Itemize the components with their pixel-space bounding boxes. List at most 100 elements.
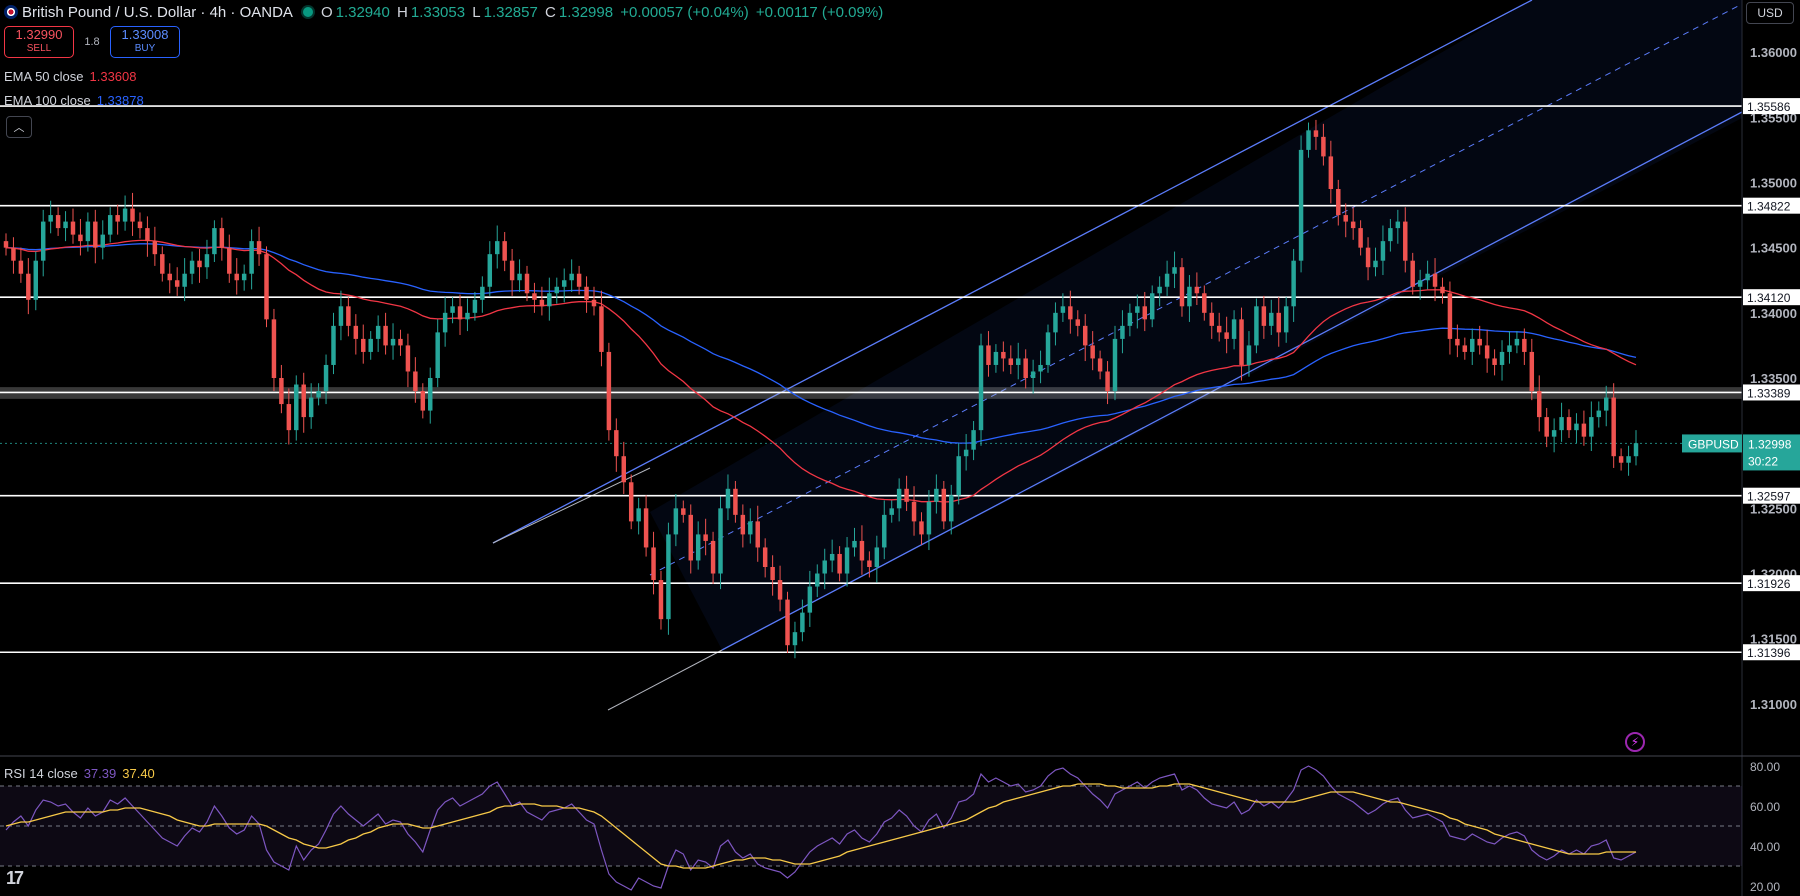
rsi-tick-label: 60.00 <box>1750 800 1780 814</box>
candle-body <box>658 580 664 620</box>
candle-body <box>480 286 485 300</box>
candle-body <box>852 540 857 548</box>
tradingview-logo[interactable]: 17 <box>6 868 24 889</box>
candle-body <box>1589 417 1594 437</box>
candle-body <box>1127 312 1133 326</box>
candle-body <box>1194 286 1200 294</box>
ema100-legend[interactable]: EMA 100 close 1.33878 <box>4 93 144 108</box>
chart-canvas[interactable]: 1.360001.355001.350001.345001.340001.335… <box>0 0 1800 896</box>
candle-body <box>428 378 433 411</box>
candle-body <box>1179 267 1185 307</box>
candle-body <box>405 345 411 372</box>
candle-body <box>271 319 277 378</box>
candle-body <box>219 228 225 248</box>
ema50-label: EMA 50 close <box>4 69 84 84</box>
candle-body <box>614 430 619 457</box>
candle-body <box>1328 156 1334 189</box>
candle-body <box>1060 306 1066 313</box>
candle-body <box>1261 306 1267 326</box>
candle-body <box>539 299 545 307</box>
rsi-label: RSI 14 close <box>4 766 78 781</box>
candle-body <box>606 351 612 431</box>
candle-body <box>1373 260 1378 268</box>
candle-body <box>1231 319 1237 339</box>
candle-body <box>1432 273 1438 287</box>
open-label: O <box>320 3 333 21</box>
candle-body <box>1216 325 1222 333</box>
candle-body <box>301 384 306 418</box>
candle-body <box>911 501 917 522</box>
market-status-icon[interactable] <box>302 7 313 17</box>
symbol-title[interactable]: British Pound / U.S. Dollar · 4h · OANDA <box>22 4 293 21</box>
ema50-legend[interactable]: EMA 50 close 1.33608 <box>4 69 137 84</box>
candle-body <box>1008 358 1014 365</box>
candle-body <box>748 521 753 535</box>
candle-body <box>1053 312 1058 333</box>
close-label: C <box>545 3 556 21</box>
candle-body <box>368 338 373 352</box>
candle-body <box>509 260 515 281</box>
candle-body <box>1269 312 1274 326</box>
candle-body <box>1537 391 1542 418</box>
candle-body <box>733 488 738 515</box>
candle-body <box>1016 358 1021 365</box>
price-tick-label: 1.35000 <box>1750 175 1797 190</box>
candle-body <box>130 208 135 222</box>
change-value: +0.00057 (+0.04%) <box>620 3 749 21</box>
candle-body <box>413 371 418 392</box>
candle-body <box>55 215 61 229</box>
close-value: 1.32998 <box>558 3 614 21</box>
candle-body <box>26 273 31 300</box>
candle-body <box>673 508 679 535</box>
candle-body <box>361 338 366 352</box>
candle-body <box>1164 273 1170 287</box>
rsi-legend[interactable]: RSI 14 close 37.39 37.40 <box>4 766 155 781</box>
candle-body <box>122 208 128 222</box>
candle-body <box>971 430 976 450</box>
candle-body <box>294 384 299 431</box>
candle-body <box>829 553 835 561</box>
candle-body <box>1120 325 1125 339</box>
lightning-icon[interactable]: ⚡ <box>1625 732 1645 752</box>
candle-body <box>40 221 46 261</box>
candle-body <box>152 241 158 255</box>
candle-body <box>1388 228 1393 242</box>
candle-body <box>651 547 656 581</box>
rsi-value: 37.39 <box>83 766 117 781</box>
candle-body <box>1350 221 1356 229</box>
candle-body <box>465 312 470 320</box>
candle-body <box>1097 358 1103 372</box>
price-level-tag-label: 1.35586 <box>1747 100 1791 114</box>
collapse-legend-button[interactable]: ︿ <box>6 116 32 138</box>
symbol-tag-label: GBPUSD <box>1688 437 1739 451</box>
candle-body <box>1038 364 1043 372</box>
candle-body <box>316 391 321 398</box>
candle-body <box>815 573 820 587</box>
currency-selector[interactable]: USD <box>1746 2 1794 24</box>
buy-button[interactable]: 1.33008 BUY <box>110 26 180 58</box>
candle-body <box>3 241 9 248</box>
candle-body <box>182 273 187 287</box>
candle-body <box>264 254 269 320</box>
candle-body <box>241 273 247 281</box>
candle-body <box>1447 293 1453 339</box>
candle-body <box>1142 306 1147 320</box>
candle-body <box>718 508 723 574</box>
candle-body <box>561 280 567 287</box>
price-level-tag-label: 1.33389 <box>1747 386 1791 400</box>
price-tick-label: 1.36000 <box>1750 45 1797 60</box>
candle-body <box>591 299 597 307</box>
price-level-tag-label: 1.31926 <box>1747 577 1791 591</box>
candle-body <box>1298 149 1304 261</box>
open-value: 1.32940 <box>335 3 390 21</box>
price-level-tag-label: 1.32597 <box>1747 490 1791 504</box>
price-tick-label: 1.34000 <box>1750 306 1797 321</box>
candle-body <box>1633 443 1639 457</box>
candle-body <box>986 345 991 365</box>
candle-body <box>1462 345 1468 352</box>
candle-body <box>1023 358 1028 378</box>
candle-body <box>1045 332 1051 365</box>
sell-button[interactable]: 1.32990 SELL <box>4 26 74 58</box>
candle-body <box>353 325 359 339</box>
chevron-up-icon: ︿ <box>13 122 25 134</box>
